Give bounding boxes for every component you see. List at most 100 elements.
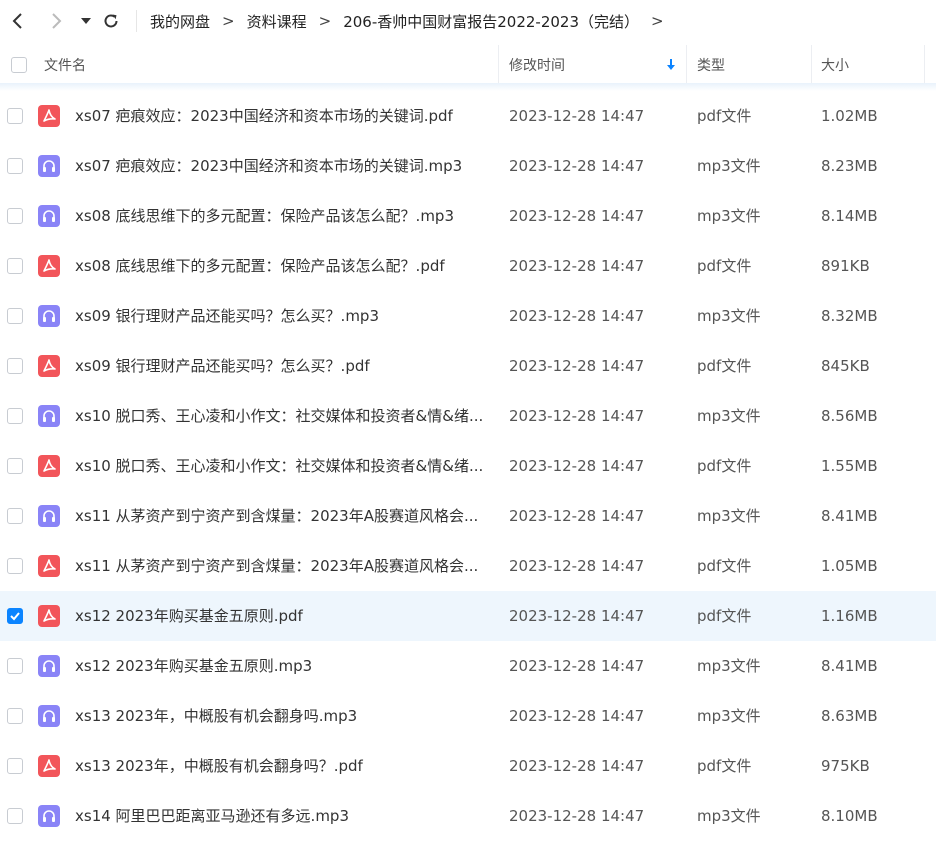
- file-name[interactable]: xs08 底线思维下的多元配置：保险产品该怎么配？.pdf: [75, 241, 490, 291]
- file-size: 8.56MB: [821, 407, 878, 425]
- select-all-checkbox[interactable]: [11, 57, 27, 73]
- refresh-button[interactable]: [99, 9, 123, 33]
- sort-down-icon[interactable]: [666, 45, 676, 85]
- file-modified-date: 2023-12-28 14:47: [509, 157, 645, 175]
- breadcrumb-item-current[interactable]: 206-香帅中国财富报告2022-2023（完结）: [343, 11, 639, 32]
- file-row[interactable]: xs11 从茅资产到宁资产到含煤量：2023年A股赛道风格会... 2023-12…: [0, 541, 936, 591]
- column-header-type[interactable]: 类型: [697, 45, 725, 85]
- file-modified-date: 2023-12-28 14:47: [509, 507, 645, 525]
- chevron-left-icon: [12, 13, 22, 29]
- navigation-bar: 我的网盘 > 资料课程 > 206-香帅中国财富报告2022-2023（完结） …: [0, 0, 936, 42]
- file-row[interactable]: xs08 底线思维下的多元配置：保险产品该怎么配？.mp3 2023-12-28 …: [0, 191, 936, 241]
- file-type: pdf文件: [697, 457, 752, 475]
- back-button[interactable]: [6, 9, 30, 33]
- file-size: 8.63MB: [821, 707, 878, 725]
- row-checkbox[interactable]: [7, 708, 23, 724]
- file-modified-date: 2023-12-28 14:47: [509, 457, 645, 475]
- header-shadow: [0, 83, 936, 91]
- column-divider[interactable]: [686, 45, 687, 85]
- file-size: 845KB: [821, 357, 870, 375]
- forward-button[interactable]: [44, 9, 68, 33]
- file-name[interactable]: xs12 2023年购买基金五原则.mp3: [75, 641, 490, 691]
- file-modified-date: 2023-12-28 14:47: [509, 557, 645, 575]
- file-row[interactable]: xs09 银行理财产品还能买吗？怎么买？.pdf 2023-12-28 14:47…: [0, 341, 936, 391]
- file-name[interactable]: xs13 2023年，中概股有机会翻身吗.mp3: [75, 691, 490, 741]
- history-dropdown-button[interactable]: [74, 9, 98, 33]
- row-checkbox[interactable]: [7, 308, 23, 324]
- file-modified-date: 2023-12-28 14:47: [509, 707, 645, 725]
- file-row[interactable]: xs13 2023年，中概股有机会翻身吗？.pdf 2023-12-28 14:4…: [0, 741, 936, 791]
- file-row[interactable]: xs07 疤痕效应：2023中国经济和资本市场的关键词.mp3 2023-12-2…: [0, 141, 936, 191]
- row-checkbox[interactable]: [7, 158, 23, 174]
- file-size: 8.41MB: [821, 507, 878, 525]
- file-name[interactable]: xs07 疤痕效应：2023中国经济和资本市场的关键词.mp3: [75, 141, 490, 191]
- refresh-icon: [104, 14, 118, 28]
- mp3-file-icon: [38, 505, 60, 527]
- file-type: mp3文件: [697, 807, 761, 825]
- file-row[interactable]: xs11 从茅资产到宁资产到含煤量：2023年A股赛道风格会... 2023-12…: [0, 491, 936, 541]
- breadcrumb-item-root[interactable]: 我的网盘: [150, 11, 210, 32]
- file-name[interactable]: xs13 2023年，中概股有机会翻身吗？.pdf: [75, 741, 490, 791]
- file-name[interactable]: xs11 从茅资产到宁资产到含煤量：2023年A股赛道风格会...: [75, 491, 490, 541]
- pdf-file-icon: [38, 355, 60, 377]
- row-checkbox[interactable]: [7, 758, 23, 774]
- row-checkbox[interactable]: [7, 458, 23, 474]
- mp3-file-icon: [38, 305, 60, 327]
- row-checkbox[interactable]: [7, 358, 23, 374]
- column-divider[interactable]: [924, 45, 925, 85]
- row-checkbox[interactable]: [7, 258, 23, 274]
- breadcrumb-expand[interactable]: >: [651, 12, 664, 30]
- file-row[interactable]: xs09 银行理财产品还能买吗？怎么买？.mp3 2023-12-28 14:47…: [0, 291, 936, 341]
- row-checkbox[interactable]: [7, 608, 23, 624]
- file-name[interactable]: xs12 2023年购买基金五原则.pdf: [75, 591, 490, 641]
- file-name[interactable]: xs09 银行理财产品还能买吗？怎么买？.mp3: [75, 291, 490, 341]
- file-modified-date: 2023-12-28 14:47: [509, 807, 645, 825]
- row-checkbox[interactable]: [7, 558, 23, 574]
- pdf-file-icon: [38, 555, 60, 577]
- file-name[interactable]: xs10 脱口秀、王心凌和小作文：社交媒体和投资者&情&绪...: [75, 441, 490, 491]
- row-checkbox[interactable]: [7, 408, 23, 424]
- file-row[interactable]: xs08 底线思维下的多元配置：保险产品该怎么配？.pdf 2023-12-28 …: [0, 241, 936, 291]
- file-name[interactable]: xs09 银行理财产品还能买吗？怎么买？.pdf: [75, 341, 490, 391]
- file-row[interactable]: xs13 2023年，中概股有机会翻身吗.mp3 2023-12-28 14:47…: [0, 691, 936, 741]
- file-size: 8.10MB: [821, 807, 878, 825]
- file-modified-date: 2023-12-28 14:47: [509, 207, 645, 225]
- column-header-size[interactable]: 大小: [821, 45, 849, 85]
- file-row[interactable]: xs10 脱口秀、王心凌和小作文：社交媒体和投资者&情&绪... 2023-12-…: [0, 441, 936, 491]
- file-row[interactable]: xs10 脱口秀、王心凌和小作文：社交媒体和投资者&情&绪... 2023-12-…: [0, 391, 936, 441]
- file-row[interactable]: xs12 2023年购买基金五原则.mp3 2023-12-28 14:47 mp3…: [0, 641, 936, 691]
- file-row[interactable]: xs14 阿里巴巴距离亚马逊还有多远.mp3 2023-12-28 14:47 mp…: [0, 791, 936, 841]
- column-divider[interactable]: [498, 45, 499, 85]
- row-checkbox[interactable]: [7, 658, 23, 674]
- file-type: pdf文件: [697, 557, 752, 575]
- chevron-right-icon: [52, 13, 62, 29]
- file-name[interactable]: xs11 从茅资产到宁资产到含煤量：2023年A股赛道风格会...: [75, 541, 490, 591]
- file-size: 1.05MB: [821, 557, 878, 575]
- row-checkbox[interactable]: [7, 108, 23, 124]
- column-header-modified[interactable]: 修改时间: [509, 45, 565, 85]
- pdf-file-icon: [38, 105, 60, 127]
- pdf-file-icon: [38, 605, 60, 627]
- row-checkbox[interactable]: [7, 808, 23, 824]
- file-modified-date: 2023-12-28 14:47: [509, 757, 645, 775]
- file-name[interactable]: xs10 脱口秀、王心凌和小作文：社交媒体和投资者&情&绪...: [75, 391, 490, 441]
- file-size: 891KB: [821, 257, 870, 275]
- file-size: 8.32MB: [821, 307, 878, 325]
- row-checkbox[interactable]: [7, 508, 23, 524]
- column-divider[interactable]: [811, 45, 812, 85]
- file-type: mp3文件: [697, 207, 761, 225]
- mp3-file-icon: [38, 705, 60, 727]
- file-row[interactable]: xs12 2023年购买基金五原则.pdf 2023-12-28 14:47 pdf…: [0, 591, 936, 641]
- file-name[interactable]: xs08 底线思维下的多元配置：保险产品该怎么配？.mp3: [75, 191, 490, 241]
- breadcrumb-item-courses[interactable]: 资料课程: [247, 11, 307, 32]
- file-row[interactable]: xs07 疤痕效应：2023中国经济和资本市场的关键词.pdf 2023-12-2…: [0, 91, 936, 141]
- file-name[interactable]: xs14 阿里巴巴距离亚马逊还有多远.mp3: [75, 791, 490, 841]
- file-modified-date: 2023-12-28 14:47: [509, 257, 645, 275]
- file-type: pdf文件: [697, 757, 752, 775]
- file-name[interactable]: xs07 疤痕效应：2023中国经济和资本市场的关键词.pdf: [75, 91, 490, 141]
- column-header-name[interactable]: 文件名: [44, 45, 86, 85]
- file-modified-date: 2023-12-28 14:47: [509, 307, 645, 325]
- file-size: 1.16MB: [821, 607, 878, 625]
- mp3-file-icon: [38, 805, 60, 827]
- row-checkbox[interactable]: [7, 208, 23, 224]
